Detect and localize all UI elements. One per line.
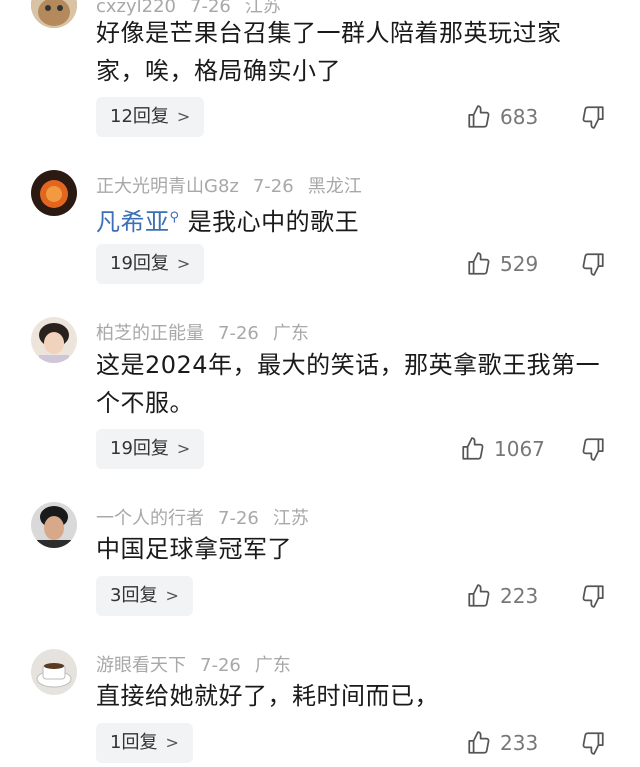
reply-count: 1回复 bbox=[110, 732, 158, 753]
comment-date: 7-26 bbox=[252, 176, 294, 197]
view-replies-button[interactable]: 1回复 > bbox=[96, 723, 193, 763]
chevron-right-icon: > bbox=[165, 586, 179, 605]
comment-text: 这是2024年，最大的笑话，那英拿歌王我第一个不服。 bbox=[96, 351, 601, 417]
thumbs-down-icon[interactable] bbox=[580, 730, 606, 756]
comment-date: 7-26 bbox=[200, 655, 241, 676]
reply-count: 19回复 bbox=[110, 438, 169, 459]
like-button[interactable]: 223 bbox=[466, 576, 538, 616]
like-count: 683 bbox=[500, 105, 539, 129]
chevron-right-icon: > bbox=[176, 107, 191, 126]
chevron-right-icon: > bbox=[165, 733, 179, 752]
username[interactable]: 游眼看天下 bbox=[96, 655, 186, 676]
thumbs-down-icon[interactable] bbox=[580, 436, 606, 462]
avatar[interactable] bbox=[31, 502, 77, 548]
comment-text: 好像是芒果台召集了一群人陪着那英玩过家家，唉，格局确实小了 bbox=[96, 19, 562, 85]
avatar[interactable] bbox=[31, 317, 77, 363]
comment-date: 7-26 bbox=[218, 508, 259, 529]
thumbs-up-icon bbox=[468, 105, 490, 128]
comment-text-body: 是我心中的歌王 bbox=[187, 208, 360, 236]
comment-text: 中国足球拿冠军了 bbox=[96, 535, 292, 563]
comment-location: 广东 bbox=[254, 655, 291, 676]
username[interactable]: 柏芝的正能量 bbox=[96, 323, 204, 344]
avatar[interactable] bbox=[31, 649, 77, 695]
like-button[interactable]: 683 bbox=[466, 97, 538, 137]
like-count: 1067 bbox=[494, 437, 545, 461]
comment-location: 广东 bbox=[272, 323, 309, 344]
view-replies-button[interactable]: 19回复 > bbox=[96, 429, 205, 469]
comment-meta: 游眼看天下 7-26 广东 bbox=[96, 651, 305, 677]
comment-location: 江苏 bbox=[272, 508, 309, 529]
thumbs-up-icon bbox=[468, 584, 490, 607]
comment-meta: 柏芝的正能量 7-26 广东 bbox=[96, 319, 323, 345]
like-count: 223 bbox=[500, 584, 539, 608]
thumbs-down-icon[interactable] bbox=[580, 104, 606, 130]
comment-text: 直接给她就好了，耗时间而已， bbox=[96, 682, 439, 710]
username[interactable]: 一个人的行者 bbox=[96, 508, 204, 529]
thumbs-down-icon[interactable] bbox=[580, 583, 606, 609]
reply-count: 3回复 bbox=[110, 585, 158, 606]
avatar[interactable] bbox=[31, 170, 77, 216]
reply-count: 19回复 bbox=[110, 253, 169, 274]
thumbs-up-icon bbox=[462, 437, 484, 460]
chevron-right-icon: > bbox=[176, 439, 191, 458]
thumbs-up-icon bbox=[468, 731, 490, 754]
username[interactable]: 正大光明青山G8z bbox=[96, 176, 239, 197]
comment-date: 7-26 bbox=[218, 323, 259, 344]
like-button[interactable]: 1067 bbox=[460, 429, 545, 469]
like-count: 529 bbox=[500, 252, 539, 276]
view-replies-button[interactable]: 3回复 > bbox=[96, 576, 193, 616]
comment-meta: 一个人的行者 7-26 江苏 bbox=[96, 504, 323, 530]
comment-location: 黑龙江 bbox=[307, 176, 362, 197]
avatar[interactable] bbox=[31, 0, 77, 28]
like-count: 233 bbox=[500, 731, 539, 755]
view-replies-button[interactable]: 19回复 > bbox=[96, 244, 205, 284]
reply-count: 12回复 bbox=[110, 106, 169, 127]
comment-meta: 正大光明青山G8z 7-26 黑龙江 bbox=[96, 172, 376, 198]
like-button[interactable]: 233 bbox=[466, 723, 538, 763]
comment-text: 凡希亚⚲ 是我心中的歌王 bbox=[96, 199, 606, 241]
thumbs-down-icon[interactable] bbox=[580, 251, 606, 277]
view-replies-button[interactable]: 12回复 > bbox=[96, 97, 205, 137]
mention-link[interactable]: 凡希亚⚲ bbox=[96, 208, 180, 236]
like-button[interactable]: 529 bbox=[466, 244, 538, 284]
thumbs-up-icon bbox=[468, 252, 490, 275]
chevron-right-icon: > bbox=[176, 254, 191, 273]
search-icon: ⚲ bbox=[169, 210, 180, 225]
